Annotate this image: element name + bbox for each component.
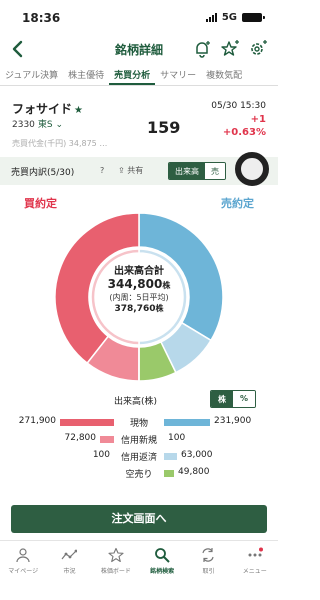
obscured-row: 売買代金(千円) 34,875 … bbox=[12, 139, 108, 148]
stock-price: 159 bbox=[147, 118, 181, 137]
star-icon bbox=[108, 547, 124, 563]
status-bar: 18:36 5G bbox=[0, 0, 278, 34]
status-time: 18:36 bbox=[22, 11, 61, 25]
share-button[interactable]: ⇪ 共有 bbox=[118, 165, 143, 176]
star-icon[interactable]: ★ bbox=[74, 105, 83, 116]
stock-name: フォサイド ★ bbox=[12, 100, 83, 117]
tab-trade-analysis[interactable]: 売買分析 bbox=[109, 64, 156, 85]
tab-visual-earnings[interactable]: ジュアル決算 bbox=[0, 64, 63, 85]
tab-order-book[interactable]: 複数気配 bbox=[201, 64, 247, 85]
assistive-touch-overlay[interactable] bbox=[235, 152, 269, 186]
unit-shares[interactable]: 株 bbox=[211, 391, 233, 407]
settings-add-icon[interactable] bbox=[248, 39, 268, 59]
category-label: 信用返済 bbox=[120, 453, 157, 463]
signal-icon bbox=[205, 13, 217, 22]
sell-value: 63,000 bbox=[181, 450, 213, 460]
section-title: 売買内訳(5/30) bbox=[11, 168, 75, 178]
category-label: 現物 bbox=[129, 419, 148, 429]
help-icon[interactable]: ? bbox=[100, 166, 104, 175]
total-unit: 株 bbox=[162, 281, 171, 290]
change-percent: +0.63% bbox=[222, 127, 266, 138]
category-label: 空売り bbox=[125, 470, 153, 480]
tab-label: マイページ bbox=[8, 568, 39, 575]
network-label: 5G bbox=[221, 12, 237, 23]
breakdown-row: 100 信用返済 63,000 bbox=[0, 450, 278, 464]
total-number: 344,800 bbox=[107, 277, 163, 291]
bottom-tab-bar: マイページ 市況 株価ボード 銘柄検索 取引 メニュー bbox=[0, 540, 278, 600]
unit-percent[interactable]: % bbox=[233, 391, 256, 407]
menu-icon bbox=[248, 547, 263, 557]
sell-bar bbox=[164, 419, 210, 426]
stock-name-text: フォサイド bbox=[12, 102, 73, 116]
average-value: 378,760株 bbox=[90, 303, 188, 315]
buy-bar bbox=[60, 419, 114, 426]
breakdown-row: 72,800 信用新規 100 bbox=[0, 433, 278, 447]
order-screen-button[interactable]: 注文画面へ bbox=[11, 505, 267, 533]
search-icon bbox=[155, 548, 170, 563]
sell-value: 231,900 bbox=[214, 416, 252, 426]
change-value: +1 bbox=[250, 114, 266, 125]
tab-label: 市況 bbox=[63, 568, 76, 575]
stock-code: 2330 東S ⌄ bbox=[12, 117, 63, 130]
volume-header: 出来高(株) 株 % bbox=[0, 390, 278, 410]
tab-board[interactable]: 株価ボード bbox=[93, 541, 139, 600]
tab-label: 取引 bbox=[202, 568, 215, 575]
sell-bar bbox=[164, 470, 174, 477]
tab-search[interactable]: 銘柄検索 bbox=[139, 541, 185, 600]
nav-bar: 銘柄詳細 bbox=[0, 34, 278, 64]
sell-label: 売約定 bbox=[221, 197, 254, 210]
average-number: 378,760 bbox=[114, 304, 156, 314]
total-value: 344,800株 bbox=[90, 277, 188, 293]
volume-label: 出来高(株) bbox=[114, 397, 158, 407]
market-icon bbox=[62, 549, 78, 560]
breakdown-row: 空売り 49,800 bbox=[0, 467, 278, 481]
bell-add-icon[interactable] bbox=[192, 39, 212, 59]
price-change: +1 +0.63% bbox=[223, 113, 266, 139]
toggle-volume[interactable]: 出来高 bbox=[169, 163, 205, 179]
tab-trade[interactable]: 取引 bbox=[185, 541, 231, 600]
sell-value: 49,800 bbox=[178, 467, 210, 477]
unit-toggle: 株 % bbox=[210, 390, 257, 408]
tab-mypage[interactable]: マイページ bbox=[0, 541, 46, 600]
buy-value: 271,900 bbox=[18, 416, 56, 426]
buy-value: 100 bbox=[92, 450, 110, 460]
status-indicators: 5G bbox=[205, 12, 265, 23]
buy-value: 72,800 bbox=[64, 433, 97, 443]
market-selector[interactable]: 東S ⌄ bbox=[38, 120, 63, 130]
total-title: 出来高合計 bbox=[114, 266, 164, 277]
category-label: 信用新規 bbox=[120, 436, 157, 446]
tab-label: 株価ボード bbox=[100, 568, 131, 575]
toggle-value[interactable]: 売 bbox=[205, 163, 225, 179]
donut-center: 出来高合計 344,800株 (内周：5日平均) 378,760株 bbox=[90, 262, 188, 315]
tab-label: 銘柄検索 bbox=[150, 568, 175, 575]
sell-value: 100 bbox=[168, 433, 186, 443]
tab-summary[interactable]: サマリー bbox=[155, 64, 201, 85]
breakdown-row: 271,900 現物 231,900 bbox=[0, 416, 278, 430]
person-icon bbox=[16, 548, 30, 563]
stock-code-text: 2330 bbox=[12, 120, 35, 130]
trade-icon bbox=[202, 548, 215, 562]
favorite-add-icon[interactable] bbox=[220, 39, 240, 59]
app-screen: 18:36 5G 銘柄詳細 ジュアル決算 株主優待 売買分析 サマリー 複数気配… bbox=[0, 0, 278, 600]
buy-label: 買約定 bbox=[24, 197, 57, 210]
metric-toggle: 出来高 売 bbox=[168, 162, 226, 180]
share-label: 共有 bbox=[127, 166, 144, 175]
detail-tabs: ジュアル決算 株主優待 売買分析 サマリー 複数気配 bbox=[0, 64, 278, 86]
market-label: 東S bbox=[37, 120, 53, 130]
sell-bar bbox=[164, 453, 177, 460]
average-caption: (内周：5日平均) bbox=[109, 293, 169, 302]
tab-label: メニュー bbox=[242, 568, 267, 575]
buy-bar bbox=[100, 436, 114, 443]
nav-actions bbox=[192, 39, 268, 59]
tab-menu[interactable]: メニュー bbox=[232, 541, 278, 600]
tab-shareholder-benefits[interactable]: 株主優待 bbox=[63, 64, 109, 85]
price-timestamp: 05/30 15:30 bbox=[211, 101, 266, 111]
battery-icon bbox=[242, 13, 265, 22]
tab-market[interactable]: 市況 bbox=[46, 541, 92, 600]
average-unit: 株 bbox=[155, 304, 164, 313]
